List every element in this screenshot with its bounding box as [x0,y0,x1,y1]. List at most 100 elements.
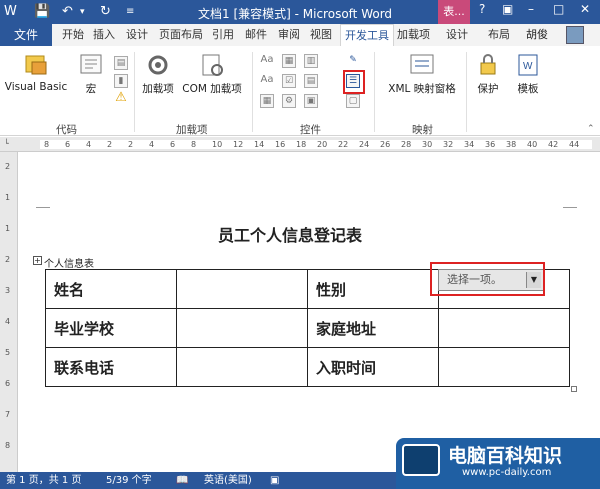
ruler-tick-label: 5 [5,348,11,357]
word-count[interactable]: 5/39 个字 [106,472,152,489]
minimize-button[interactable]: – [528,2,534,16]
ruler-tick-label: 6 [5,379,11,388]
page-count[interactable]: 第 1 页，共 1 页 [6,472,81,489]
table-cell[interactable] [176,308,308,348]
tab-developer[interactable]: 开发工具 [340,24,394,46]
highlight-box [343,70,365,94]
vertical-ruler: 2 1 1 2 3 4 5 6 7 8 [0,152,18,472]
macro-security-icon[interactable]: ⚠ [114,91,128,106]
ruler-tick-label: 12 [233,140,244,149]
tab-addins[interactable]: 加载项 [397,24,430,46]
protect-button[interactable]: 保护 [470,52,506,96]
addins-button[interactable]: 加载项 [138,52,178,96]
rich-text-control-icon[interactable]: Aa [260,54,274,68]
pause-recording-icon[interactable]: ▮ [114,74,128,88]
macro-record-icon[interactable]: ▣ [270,472,279,489]
legacy-tools-icon[interactable]: ⚙ [282,94,296,108]
tab-selector-icon[interactable]: └ [4,139,9,148]
checkbox-control-icon[interactable]: ☑ [282,74,296,88]
word-app-icon[interactable]: W [4,3,17,21]
visual-basic-button[interactable]: Visual Basic [4,52,68,93]
template-label: 模板 [517,83,539,95]
xml-mapping-pane-button[interactable]: XML 映射窗格 [382,52,462,96]
proofing-icon[interactable]: 📖 [176,472,188,489]
design-mode-icon[interactable]: ✎ [346,54,360,68]
tab-design[interactable]: 设计 [126,24,148,46]
margin-corner-mark [36,207,50,208]
ruler-tick-label: 4 [149,140,155,149]
table-cell[interactable] [176,347,308,387]
visual-basic-icon [25,55,47,75]
horizontal-ruler[interactable]: └ 8 6 4 2 2 4 6 8 10 12 14 16 18 20 22 24 26 28 30 32 34 36 38… [0,137,600,152]
tab-home[interactable]: 开始 [62,24,84,46]
com-addins-icon [202,54,223,76]
user-name[interactable]: 胡俊 [526,24,548,46]
combo-box-control-icon[interactable]: ▤ [304,74,318,88]
tab-insert[interactable]: 插入 [93,24,115,46]
redo-icon[interactable]: ↻ [100,3,111,21]
group-label-code: 代码 [56,124,77,136]
record-macro-icon[interactable]: ▤ [114,56,128,70]
word-window: W 💾 ↶ ▾ ↻ ≡ 文档1 [兼容模式] - Microsoft Word … [0,0,600,489]
table-cell[interactable] [176,269,308,309]
close-button[interactable]: ✕ [580,2,590,16]
ruler-tick-label: 10 [212,140,223,149]
tab-table-design[interactable]: 设计 [446,24,468,46]
group-control-icon[interactable]: ▢ [346,94,360,108]
table-cell[interactable]: 姓名 [45,269,177,309]
table-cell[interactable] [438,347,570,387]
table-cell[interactable]: 毕业学校 [45,308,177,348]
ruler-tick-label: 2 [128,140,134,149]
macro-button[interactable]: 宏 [76,52,106,96]
table-move-handle[interactable]: + [33,256,42,265]
avatar[interactable] [566,26,584,44]
document-area[interactable]: 2 1 1 2 3 4 5 6 7 8 员工个人信息登记表 + 个人信息表 姓名 性别 毕业学校 … [0,152,600,472]
table-cell[interactable]: 联系电话 [45,347,177,387]
language-status[interactable]: 英语(美国) [204,472,252,489]
template-button[interactable]: W 模板 [510,52,546,96]
margin-corner-mark [563,207,577,208]
customize-toolbar-icon[interactable]: ≡ [126,3,134,21]
tab-page-layout[interactable]: 页面布局 [159,24,203,46]
table-cell[interactable]: 性别 [307,269,439,309]
picture-control-icon[interactable]: ▦ [282,54,296,68]
tab-mailings[interactable]: 邮件 [245,24,267,46]
ruler-tick-label: 3 [5,286,11,295]
tab-review[interactable]: 审阅 [278,24,300,46]
table-resize-handle[interactable] [571,386,577,392]
save-icon[interactable]: 💾 [34,3,50,21]
ruler-tick-label: 2 [5,255,11,264]
plain-text-control-icon[interactable]: Aa [260,74,274,88]
collapse-ribbon-icon[interactable]: ⌃ [587,124,595,134]
date-picker-control-icon[interactable]: ▦ [260,94,274,108]
ruler-tick-label: 30 [422,140,433,149]
tab-view[interactable]: 视图 [310,24,332,46]
ruler-tick-label: 8 [191,140,197,149]
repeating-section-icon[interactable]: ▣ [304,94,318,108]
maximize-button[interactable]: □ [553,2,564,16]
tab-table-layout[interactable]: 布局 [488,24,510,46]
tab-file[interactable]: 文件 [0,24,52,46]
ruler-tick-label: 7 [5,410,11,419]
ribbon-tabs: 文件 开始 插入 设计 页面布局 引用 邮件 审阅 视图 开发工具 加载项 设计… [0,24,600,46]
table-cell[interactable]: 家庭地址 [307,308,439,348]
ruler-tick-label: 28 [401,140,412,149]
table-cell[interactable]: 入职时间 [307,347,439,387]
chevron-down-icon[interactable]: ▾ [80,3,85,21]
com-addins-button[interactable]: COM 加载项 [180,52,244,96]
ruler-tick-label: 14 [254,140,265,149]
undo-icon[interactable]: ↶ [62,3,73,21]
tab-references[interactable]: 引用 [212,24,234,46]
ruler-tick-label: 40 [527,140,538,149]
com-addins-label: COM 加载项 [182,83,242,95]
separator [134,52,135,132]
table-cell[interactable] [438,308,570,348]
group-label-addins: 加载项 [176,124,208,136]
ruler-tick-label: 1 [5,193,11,202]
ribbon-display-button[interactable]: ▣ [502,2,513,16]
ruler-tick-label: 1 [5,224,11,233]
help-button[interactable]: ? [479,2,485,16]
ruler-tick-label: 18 [296,140,307,149]
separator [466,52,467,132]
building-block-control-icon[interactable]: ▥ [304,54,318,68]
